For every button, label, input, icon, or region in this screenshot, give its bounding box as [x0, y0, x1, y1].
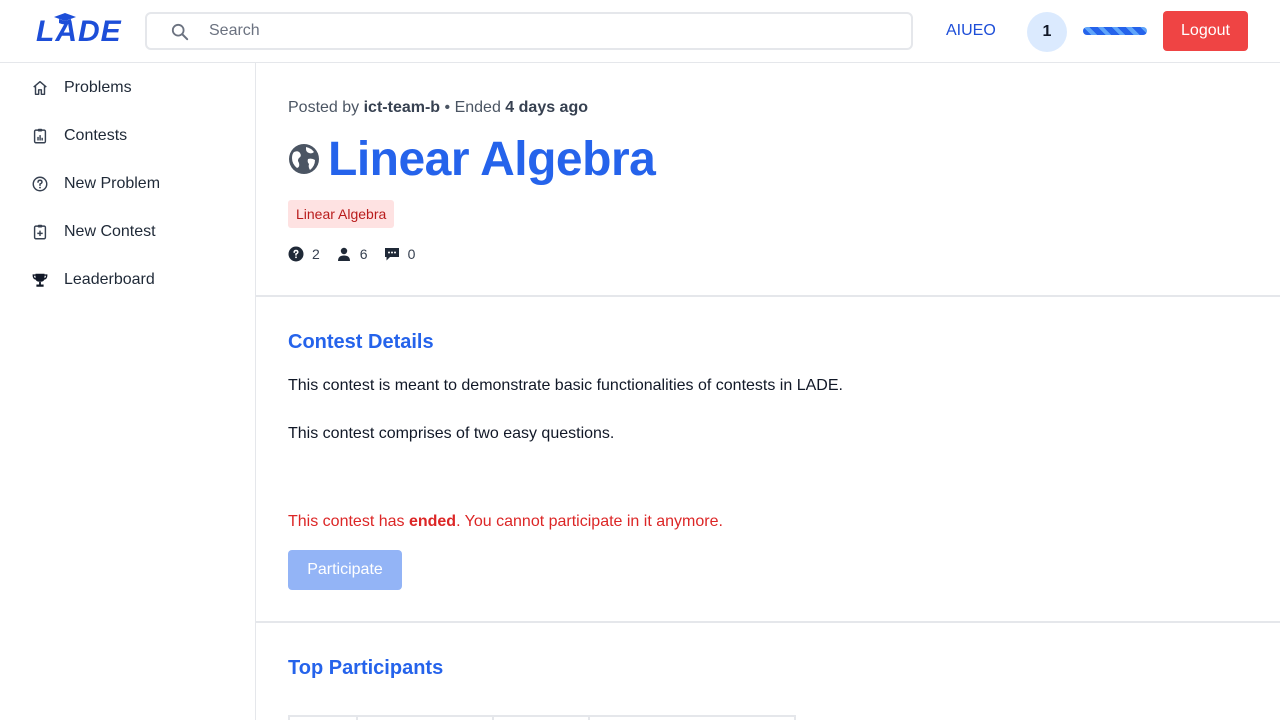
contest-stats: 2 6 0 — [288, 245, 431, 263]
ended-notice-text: . You cannot participate in it anymore. — [456, 513, 723, 530]
notification-badge[interactable]: 1 — [1027, 12, 1067, 52]
comments-stat: 0 — [384, 246, 416, 262]
page-title: Linear Algebra — [288, 129, 656, 189]
contest-meta: Posted by ict-team-b • Ended 4 days ago — [288, 99, 588, 117]
chat-bubble-icon — [384, 248, 399, 261]
participants-stat: 6 — [336, 246, 368, 262]
ended-notice-text: This contest has — [288, 513, 405, 530]
loading-progress-bar — [1083, 27, 1147, 35]
logout-button[interactable]: Logout — [1163, 11, 1248, 51]
meta-separator: • — [444, 99, 451, 116]
sidebar-item-label: Contests — [64, 127, 128, 144]
section-divider — [256, 621, 1280, 623]
ended-notice-emphasis: ended — [408, 513, 457, 530]
user-icon — [337, 247, 350, 261]
question-circle-icon — [30, 174, 50, 194]
logo-text: LADE — [36, 15, 122, 48]
posted-prefix: Posted by — [288, 99, 360, 116]
sidebar: Problems Contests New Problem New Contes… — [0, 63, 256, 720]
sidebar-item-contests[interactable]: Contests — [30, 124, 240, 148]
contest-title: Linear Algebra — [328, 132, 656, 186]
clipboard-chart-icon — [30, 126, 50, 146]
sidebar-item-label: New Problem — [64, 175, 161, 192]
graduation-cap-icon — [54, 13, 76, 25]
clipboard-plus-icon — [30, 222, 50, 242]
sidebar-item-new-problem[interactable]: New Problem — [30, 172, 240, 196]
participants-table — [288, 715, 796, 720]
contest-tag[interactable]: Linear Algebra — [288, 200, 395, 228]
user-profile-link[interactable]: AIUEO — [946, 22, 996, 40]
trophy-icon — [30, 270, 50, 290]
contest-ended-notice: This contest has ended. You cannot parti… — [288, 513, 723, 531]
comments-count: 0 — [407, 246, 416, 262]
problems-stat: 2 — [288, 246, 320, 262]
sidebar-item-label: New Contest — [64, 223, 156, 240]
search-input[interactable] — [209, 14, 899, 48]
home-icon — [30, 78, 50, 98]
question-circle-filled-icon — [288, 246, 304, 262]
contest-description: This contest is meant to demonstrate bas… — [288, 377, 843, 394]
ended-time: 4 days ago — [505, 99, 588, 116]
sidebar-item-leaderboard[interactable]: Leaderboard — [30, 268, 240, 292]
contest-author[interactable]: ict-team-b — [364, 99, 440, 116]
participants-count: 6 — [359, 246, 368, 262]
sidebar-item-label: Leaderboard — [64, 271, 155, 288]
sidebar-item-label: Problems — [64, 79, 132, 96]
top-header: LADE AIUEO 1 Logout — [0, 0, 1280, 63]
sidebar-item-problems[interactable]: Problems — [30, 76, 240, 100]
section-divider — [256, 295, 1280, 297]
ended-prefix: Ended — [454, 99, 501, 116]
search-icon — [171, 23, 189, 41]
globe-icon — [289, 144, 319, 174]
lade-logo[interactable]: LADE — [36, 12, 122, 52]
top-participants-heading: Top Participants — [288, 657, 444, 679]
sidebar-item-new-contest[interactable]: New Contest — [30, 220, 240, 244]
main-content: Posted by ict-team-b • Ended 4 days ago … — [256, 63, 1280, 720]
contest-description: This contest comprises of two easy quest… — [288, 425, 615, 442]
problems-count: 2 — [312, 246, 320, 262]
contest-details-heading: Contest Details — [288, 331, 434, 353]
participate-button[interactable]: Participate — [288, 550, 402, 590]
search-bar[interactable] — [145, 12, 913, 50]
